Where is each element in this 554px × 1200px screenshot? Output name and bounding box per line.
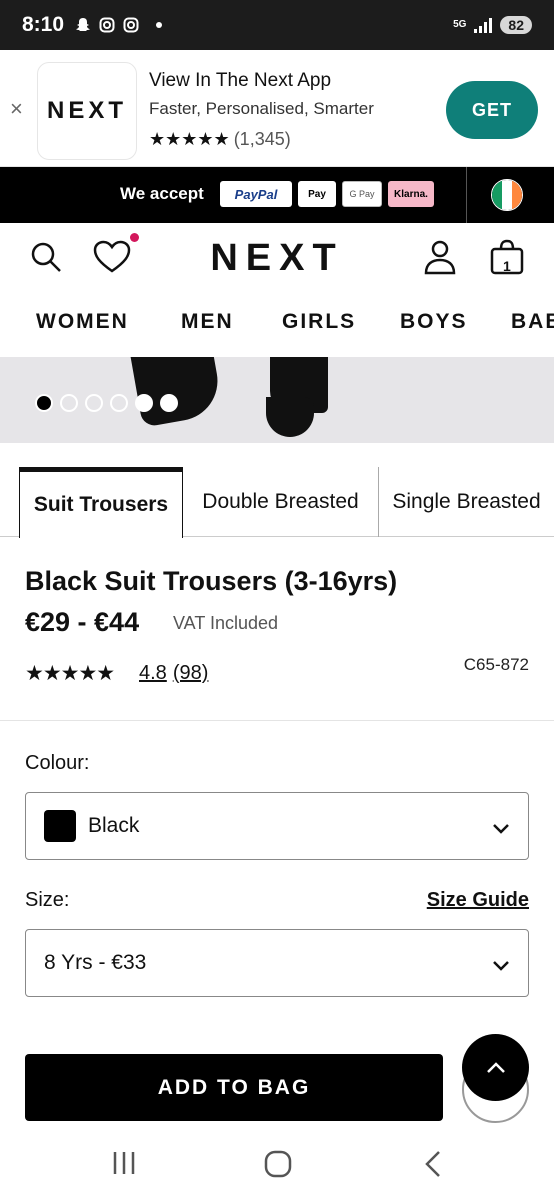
apple-pay-label: Pay (308, 188, 326, 200)
size-value: 8 Yrs - €33 (44, 951, 147, 974)
product-code: C65-872 (463, 655, 529, 674)
product-price: €29 - €44 (25, 607, 140, 637)
colour-swatch (44, 810, 76, 842)
rating-link[interactable]: 4.8 (98) (139, 662, 214, 685)
chevron-up-icon (486, 1061, 505, 1073)
vat-note: VAT Included (173, 613, 279, 633)
site-header: NEXT 1 (0, 223, 554, 293)
review-count[interactable]: (98) (173, 662, 209, 684)
apple-pay-logo: Pay (298, 181, 336, 207)
product-image-carousel[interactable] (0, 357, 554, 443)
network-type: 5G (453, 19, 467, 30)
nav-item-girls[interactable]: GIRLS (282, 310, 356, 334)
size-label: Size: (25, 889, 70, 911)
carousel-dot[interactable] (60, 394, 78, 412)
nav-item-baby[interactable]: BABY (511, 310, 554, 334)
divider (466, 167, 467, 223)
carousel-dot[interactable] (135, 394, 153, 412)
carousel-dot-active[interactable] (35, 394, 53, 412)
product-title: Black Suit Trousers (3-16yrs) (25, 566, 398, 596)
size-guide-link[interactable]: Size Guide (427, 889, 529, 912)
colour-value: Black (88, 814, 140, 837)
nav-item-boys[interactable]: BOYS (400, 310, 468, 334)
payment-methods-bar: We accept PayPal Pay G Pay Klarna. (0, 167, 554, 223)
tab-single-breasted[interactable]: Single Breasted (379, 467, 554, 537)
divider (0, 720, 554, 721)
instagram-icon (122, 16, 140, 34)
category-nav: WOMEN MEN GIRLS BOYS BABY (0, 300, 554, 348)
banner-title: View In The Next App (149, 70, 332, 91)
nav-item-women[interactable]: WOMEN (36, 310, 129, 334)
back-to-top-button[interactable] (462, 1034, 529, 1101)
carousel-dot[interactable] (85, 394, 103, 412)
paypal-logo: PayPal (220, 181, 292, 207)
product-image-shoe (266, 397, 314, 437)
we-accept-label: We accept (120, 184, 204, 203)
instagram-icon (98, 16, 116, 34)
tab-double-breasted[interactable]: Double Breasted (183, 467, 379, 537)
system-nav-bar (0, 1132, 554, 1200)
close-banner-icon[interactable]: × (10, 96, 23, 122)
carousel-dot[interactable] (160, 394, 178, 412)
star-rating-icon: ★★★★★ (149, 129, 230, 149)
account-icon[interactable] (420, 237, 460, 277)
notification-dot-icon (156, 22, 163, 28)
banner-rating: ★★★★★ (1,345) (149, 129, 291, 150)
next-app-logo: NEXT (37, 62, 137, 160)
back-icon[interactable] (424, 1150, 442, 1183)
colour-select[interactable]: Black (25, 792, 529, 860)
style-tabs: Suit Trousers Double Breasted Single Bre… (0, 467, 554, 538)
tab-suit-trousers[interactable]: Suit Trousers (19, 467, 183, 538)
star-rating-icon: ★★★★★ (25, 662, 115, 685)
size-select[interactable]: 8 Yrs - €33 (25, 929, 529, 997)
status-bar: 8:10 5G 82 (0, 0, 554, 50)
google-pay-logo: G Pay (342, 181, 382, 207)
carousel-dots (35, 394, 178, 412)
chevron-down-icon (492, 954, 510, 978)
signal-icon (474, 17, 493, 33)
home-icon[interactable] (264, 1150, 292, 1183)
get-app-button[interactable]: GET (446, 81, 538, 139)
next-logo[interactable]: NEXT (0, 237, 554, 280)
colour-label: Colour: (25, 752, 90, 774)
snapchat-icon (74, 16, 92, 34)
nav-item-men[interactable]: MEN (181, 310, 234, 334)
app-download-banner: × NEXT View In The Next App Faster, Pers… (0, 50, 554, 167)
bag-count: 1 (503, 258, 511, 274)
product-image-shoe (130, 357, 224, 428)
banner-rating-count: (1,345) (233, 129, 291, 149)
add-to-bag-button[interactable]: ADD TO BAG (25, 1054, 443, 1121)
chevron-down-icon (492, 817, 510, 841)
klarna-logo: Klarna. (388, 181, 434, 207)
banner-subtitle: Faster, Personalised, Smarter (149, 99, 374, 118)
rating-value[interactable]: 4.8 (139, 662, 167, 684)
ireland-flag-icon[interactable] (491, 179, 523, 211)
recent-apps-icon[interactable] (112, 1150, 136, 1181)
battery-indicator: 82 (500, 16, 532, 34)
carousel-dot[interactable] (110, 394, 128, 412)
status-time: 8:10 (22, 13, 65, 36)
